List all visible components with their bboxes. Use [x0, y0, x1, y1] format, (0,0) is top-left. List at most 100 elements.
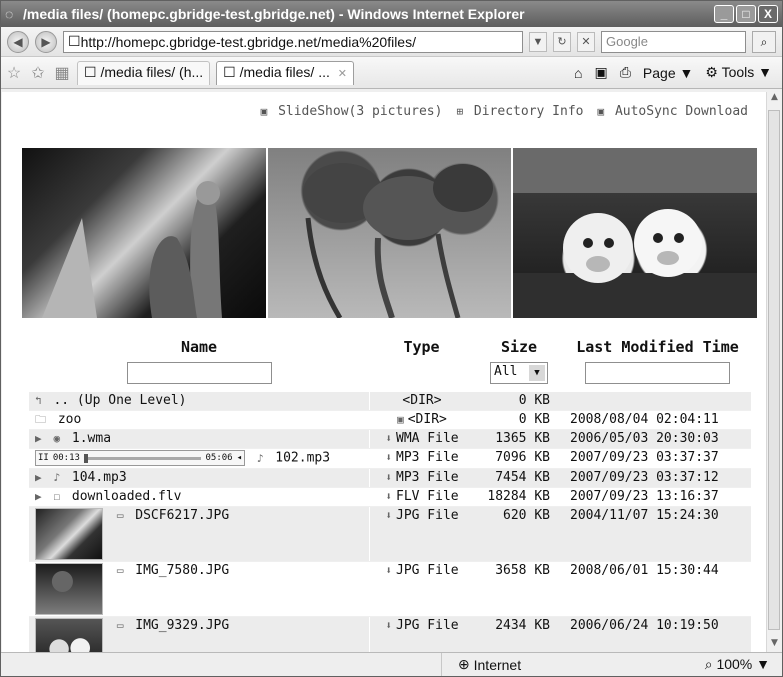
page-menu-button[interactable]: Page ▼ [643, 65, 693, 81]
row-name: ▭ DSCF6217.JPG [29, 507, 369, 561]
table-row[interactable]: II 00:13 05:06 ◂ ♪ 102.mp3 ⬇ MP3 File 709… [29, 449, 751, 469]
play-icon[interactable]: ▶ [35, 432, 42, 445]
zoom-control[interactable]: ⌕ 100% ▼ [591, 656, 782, 673]
image-thumbnail[interactable] [35, 562, 103, 615]
play-icon[interactable]: ▶ [35, 490, 42, 503]
row-type-wrap: ⬇ JPG File [369, 506, 474, 561]
play-icon[interactable]: ▶ [35, 471, 42, 484]
size-filter-value: All [494, 364, 518, 379]
download-icon[interactable]: ⬇ [385, 619, 392, 632]
plush-toys-photo[interactable] [513, 148, 758, 318]
home-icon[interactable]: ⌂ [574, 65, 582, 81]
meerkat-photo[interactable] [22, 148, 266, 318]
row-modified: 2008/08/04 02:04:11 [570, 412, 719, 427]
row-name-text: 102.mp3 [275, 450, 331, 466]
row-type: MP3 File [396, 469, 459, 485]
download-icon[interactable]: ⬇ [385, 564, 392, 577]
security-zone[interactable]: ⊕ Internet [441, 653, 591, 676]
back-button[interactable]: ◀ [7, 30, 29, 53]
volume-icon[interactable]: ◂ [237, 450, 242, 466]
row-type-wrap: ⬇ JPG File [369, 561, 474, 616]
progress-knob[interactable] [83, 453, 88, 463]
file-icon: ☐ [53, 489, 61, 503]
row-type: MP3 File [396, 450, 459, 465]
row-name-text: 104.mp3 [71, 469, 127, 485]
audio-player[interactable]: II 00:13 05:06 ◂ [35, 450, 245, 466]
row-name-text: .. (Up One Level) [53, 393, 187, 408]
row-name-text: IMG_9329.JPG [135, 617, 230, 633]
autosync-link[interactable]: ▣ AutoSync Download [597, 104, 748, 119]
jellyfish-illustration [302, 163, 493, 318]
row-modified: 2007/09/23 03:37:12 [570, 469, 719, 485]
page-actions: ▣ SlideShow(3 pictures) ⊞ Directory Info… [2, 92, 768, 119]
name-filter-input[interactable] [126, 362, 272, 384]
window-title: /media files/ (homepc.gbridge-test.gbrid… [23, 6, 525, 22]
row-size: 0 KB [518, 412, 550, 427]
favorites-icon[interactable]: ☆ [5, 63, 23, 83]
row-size: 7454 KB [495, 469, 550, 485]
autosync-icon: ▣ [597, 105, 605, 118]
image-thumbnail[interactable] [35, 507, 103, 560]
row-size: 0 KB [518, 393, 550, 408]
table-row[interactable]: 🗀 zoo ▣ <DIR> 0 KB 2008/08/04 02:04:11 [29, 411, 751, 430]
download-icon[interactable]: ⬇ [385, 471, 392, 484]
title-bar: ◌ /media files/ (homepc.gbridge-test.gbr… [1, 1, 782, 27]
table-row[interactable]: ▭ DSCF6217.JPG ⬇ JPG File 620 KB 2004/11/… [29, 506, 751, 562]
slideshow-link[interactable]: ▣ SlideShow(3 pictures) [261, 104, 443, 119]
browser-window: ◌ /media files/ (homepc.gbridge-test.gbr… [0, 0, 783, 677]
close-button[interactable]: X [758, 5, 778, 23]
download-icon[interactable]: ⬇ [385, 451, 392, 464]
url-dropdown-button[interactable]: ▼ [529, 31, 547, 52]
scroll-thumb[interactable] [768, 110, 780, 630]
table-row[interactable]: ▶ ♪ 104.mp3 ⬇ MP3 File 7454 KB 2007/09/23… [29, 468, 751, 488]
feed-icon[interactable]: ▣ [594, 64, 607, 81]
table-row[interactable]: ▭ IMG_9329.JPG ⬇ JPG File 2434 KB 2006/06… [29, 616, 751, 654]
tools-menu-label: Tools [721, 64, 755, 80]
table-row[interactable]: ↰ .. (Up One Level) <DIR> 0 KB [29, 392, 751, 411]
image-icon: ▭ [116, 508, 124, 522]
minimize-button[interactable]: _ [714, 5, 734, 23]
row-size: 620 KB [503, 507, 550, 523]
download-icon[interactable]: ⬇ [385, 509, 392, 522]
tab-close-icon[interactable]: ✕ [338, 68, 347, 80]
print-icon[interactable]: ⎙ [620, 64, 631, 81]
tab-active[interactable]: ☐ /media files/ ... ✕ [216, 60, 354, 85]
row-name: ▶ ♪ 104.mp3 [29, 469, 369, 487]
directory-info-icon: ⊞ [456, 105, 464, 118]
tab-toolbar: ☆ ✩ ▦ ☐ /media files/ (h... ☐ /media fil… [1, 57, 782, 89]
row-name: ▶ ☐ downloaded.flv [29, 488, 369, 506]
row-name: ▭ IMG_9329.JPG [29, 617, 369, 654]
url-field[interactable]: ☐ http://homepc.gbridge-test.gbridge.net… [63, 30, 523, 53]
forward-button[interactable]: ▶ [35, 30, 57, 53]
stop-button[interactable]: ✕ [577, 31, 595, 52]
row-modified: 2007/09/23 13:16:37 [570, 488, 719, 504]
directory-info-link[interactable]: ⊞ Directory Info [456, 104, 583, 119]
search-icon[interactable]: ⌕ [752, 30, 776, 53]
tab-first[interactable]: ☐ /media files/ (h... [77, 60, 211, 85]
refresh-button[interactable]: ↻ [553, 31, 571, 52]
image-thumbnail[interactable] [35, 617, 103, 654]
maximize-button[interactable]: □ [736, 5, 756, 23]
window-controls: _ □ X [714, 5, 778, 23]
table-row[interactable]: ▶ ◉ 1.wma ⬇ WMA File 1365 KB 2006/05/03 2… [29, 430, 751, 449]
quick-tabs-icon[interactable]: ▦ [53, 63, 71, 83]
vertical-scrollbar[interactable]: ▲ ▼ [766, 92, 781, 654]
download-icon[interactable]: ⬇ [385, 432, 392, 445]
row-type: JPG File [396, 507, 459, 523]
tools-menu-button[interactable]: ⚙ Tools ▼ [705, 64, 772, 81]
page-content: ▣ SlideShow(3 pictures) ⊞ Directory Info… [2, 92, 768, 654]
table-row[interactable]: ▭ IMG_7580.JPG ⬇ JPG File 3658 KB 2008/06… [29, 561, 751, 617]
row-type: FLV File [396, 488, 459, 504]
scroll-up-icon[interactable]: ▲ [767, 92, 782, 108]
row-type: JPG File [396, 617, 459, 633]
add-favorites-icon[interactable]: ✩ [29, 63, 47, 83]
progress-bar[interactable] [83, 453, 202, 463]
row-type-wrap: ⬇ WMA File [369, 430, 474, 448]
pause-icon[interactable]: II [38, 450, 49, 466]
size-filter-select[interactable]: All ▼ [490, 362, 548, 384]
modified-filter-input[interactable] [585, 362, 730, 384]
jellyfish-photo[interactable] [267, 148, 512, 318]
search-field[interactable]: Google [601, 30, 746, 53]
table-row[interactable]: ▶ ☐ downloaded.flv ⬇ FLV File 18284 KB 20… [29, 487, 751, 507]
download-icon[interactable]: ⬇ [385, 490, 392, 503]
